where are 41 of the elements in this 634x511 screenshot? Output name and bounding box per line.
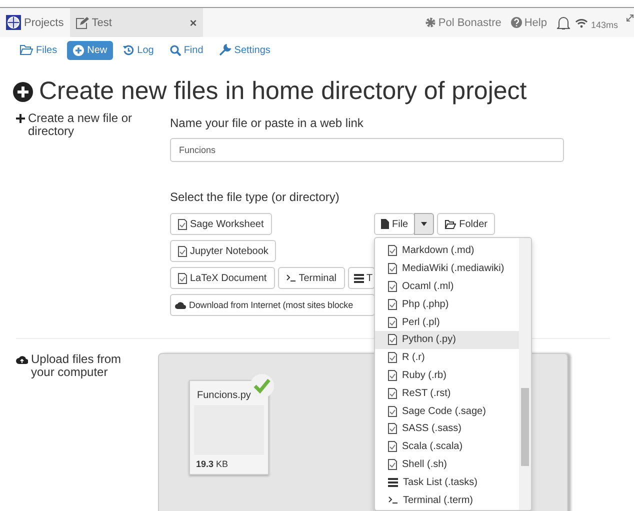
file-type-button[interactable]: Terminal	[278, 267, 345, 289]
name-input[interactable]: Funcions	[170, 138, 564, 162]
menu-item[interactable]: SASS (.sass)	[375, 420, 519, 438]
file-type-button[interactable]: Sage Worksheet	[170, 213, 272, 235]
menu-item[interactable]: Perl (.pl)	[375, 313, 519, 331]
menu-item[interactable]: Python (.py)	[375, 330, 519, 349]
file-size: 19.3 KB	[196, 459, 230, 469]
file-button[interactable]: File	[374, 213, 416, 235]
file-type-button[interactable]: LaTeX Document	[170, 267, 275, 289]
file-name: Funcions.py	[197, 390, 252, 401]
nav-button[interactable]: New	[67, 40, 114, 60]
menu-item[interactable]: Php (.php)	[375, 295, 519, 314]
menu-item[interactable]: Ruby (.rb)	[375, 366, 519, 384]
section-label: Create a new file or directory	[28, 112, 134, 138]
user-menu[interactable]: Pol Bonastre	[425, 16, 502, 28]
page-title: Create new files in home directory of project	[13, 77, 634, 106]
menu-item[interactable]: Sage Code (.sage)	[375, 402, 519, 420]
menu-item[interactable]: ReST (.rst)	[375, 384, 519, 402]
help-link[interactable]: Help	[511, 16, 547, 28]
project-tab[interactable]: Test ×	[70, 8, 203, 37]
nav-button[interactable]: Log	[117, 40, 160, 60]
menu-item[interactable]: Markdown (.md)	[375, 242, 519, 260]
nav-button[interactable]: Files	[14, 40, 64, 60]
field-label: Name your file or paste in a web link	[170, 116, 364, 130]
project-tab[interactable]: Projects	[0, 8, 70, 37]
menu-item[interactable]: Ocaml (.ml)	[375, 278, 519, 296]
menu-item[interactable]: MediaWiki (.mediawiki)	[375, 260, 519, 278]
section-label: Upload files from your computer	[31, 353, 122, 379]
nav-button[interactable]: Find	[164, 40, 210, 60]
menu-item[interactable]: Scala (.scala)	[375, 438, 519, 456]
field-label: Select the file type (or directory)	[170, 190, 340, 204]
file-type-button[interactable]: Jupyter Notebook	[170, 240, 276, 262]
file-type-button[interactable]: T	[348, 267, 375, 289]
menu-item[interactable]: Task List (.tasks)	[375, 473, 519, 492]
folder-button[interactable]: Folder	[437, 213, 496, 235]
menu-item[interactable]: Terminal (.term)	[375, 491, 519, 509]
close-icon[interactable]: ×	[190, 16, 197, 30]
file-type-button[interactable]: Download from Internet (most sites blocke	[170, 294, 375, 316]
ping-reading: 143ms	[590, 20, 618, 30]
menu-item[interactable]: Shell (.sh)	[375, 456, 519, 474]
nav-button[interactable]: Settings	[213, 40, 276, 60]
